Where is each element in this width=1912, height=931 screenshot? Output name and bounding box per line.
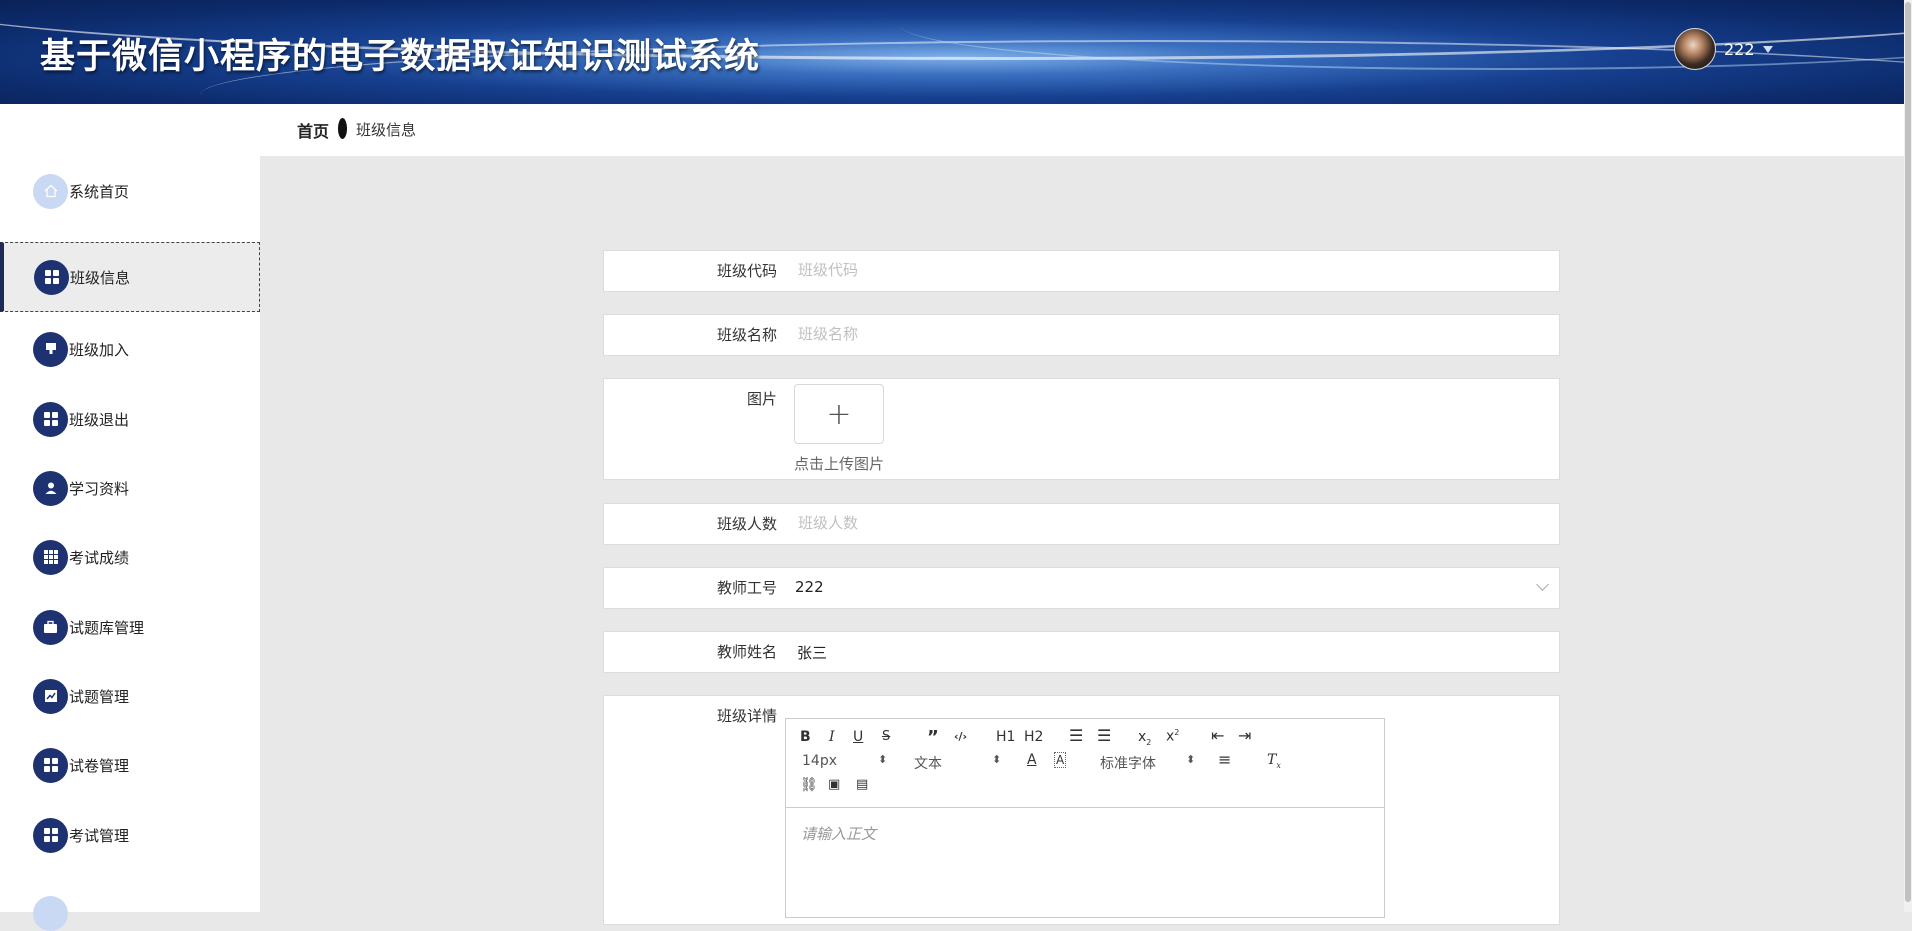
form-row-class-size: 班级人数	[603, 503, 1560, 545]
sidebar-item-label: 试题库管理	[69, 618, 145, 637]
sidebar-item-paper-manage[interactable]: 试卷管理	[0, 730, 260, 800]
sidebar-item-partial-icon[interactable]	[33, 896, 68, 931]
app-title: 基于微信小程序的电子数据取证知识测试系统	[40, 37, 761, 77]
username[interactable]: 222	[1724, 40, 1755, 59]
editor-placeholder: 请输入正文	[801, 825, 877, 843]
sidebar-item-class-join[interactable]: 班级加入	[0, 314, 260, 384]
upload-hint: 点击上传图片	[794, 455, 885, 473]
sidebar-item-exam-manage[interactable]: 考试管理	[0, 800, 260, 870]
class-code-input[interactable]	[796, 258, 1549, 282]
image-upload-button[interactable]: +	[794, 384, 884, 444]
sidebar-item-label: 系统首页	[69, 182, 130, 201]
chevron-down-icon[interactable]	[1536, 578, 1549, 591]
avatar[interactable]	[1674, 28, 1716, 70]
select-arrows-icon[interactable]: ⬍	[992, 753, 1001, 766]
underline-icon[interactable]: U	[853, 729, 863, 745]
ordered-list-icon[interactable]: ☰	[1069, 726, 1083, 745]
heading2-icon[interactable]: H2	[1024, 729, 1043, 745]
form-row-image: 图片 + 点击上传图片	[603, 378, 1560, 480]
editor-toolbar: B I U S ” ‹/› H1 H2 ☰ ☰ x2 x2 ⇤ ⇥ 14px ⬍…	[786, 719, 1384, 808]
class-name-label: 班级名称	[716, 326, 777, 344]
sidebar-item-label: 试卷管理	[69, 756, 130, 775]
breadcrumb-separator-icon	[338, 118, 347, 139]
sidebar-item-label: 班级退出	[69, 410, 130, 429]
home-icon	[33, 173, 68, 209]
caret-down-icon[interactable]	[1762, 45, 1773, 53]
link-icon[interactable]: ⛓	[800, 777, 818, 793]
grid-icon	[34, 259, 69, 295]
class-code-label: 班级代码	[716, 262, 777, 280]
form-row-teacher-name: 教师姓名 张三	[603, 631, 1560, 673]
strikethrough-icon[interactable]: S	[882, 729, 890, 744]
sidebar-item-exam-scores[interactable]: 考试成绩	[0, 522, 260, 592]
form-row-class-code: 班级代码	[603, 250, 1560, 292]
class-name-input[interactable]	[796, 322, 1549, 346]
user-menu[interactable]: 222	[1674, 28, 1773, 70]
form-row-class-name: 班级名称	[603, 314, 1560, 356]
form-row-class-detail: 班级详情 B I U S ” ‹/› H1 H2 ☰ ☰ x2 x2 ⇤ ⇥ 1…	[603, 695, 1560, 925]
page-scrollbar[interactable]	[1904, 0, 1912, 912]
sidebar-item-question-manage[interactable]: 试题管理	[0, 661, 260, 731]
teacher-name-label: 教师姓名	[716, 643, 777, 661]
sidebar-item-home[interactable]: 系统首页	[0, 156, 260, 226]
sidebar-item-label: 班级加入	[69, 340, 130, 359]
sidebar: 系统首页 班级信息 班级加入 班级退出 学习资料 考试成绩 试题库管理 试题管理	[0, 156, 260, 931]
rich-text-editor[interactable]: B I U S ” ‹/› H1 H2 ☰ ☰ x2 x2 ⇤ ⇥ 14px ⬍…	[785, 718, 1385, 918]
breadcrumb-home[interactable]: 首页	[297, 118, 329, 142]
subscript-icon[interactable]: x2	[1138, 729, 1151, 747]
briefcase-icon	[33, 609, 68, 645]
blockquote-icon[interactable]: ”	[927, 727, 939, 748]
sidebar-item-question-bank[interactable]: 试题库管理	[0, 592, 260, 662]
sidebar-item-label: 考试管理	[69, 826, 130, 845]
block-format-select[interactable]: 文本	[914, 753, 942, 773]
app-header: 基于微信小程序的电子数据取证知识测试系统 222	[0, 0, 1904, 104]
scrollbar-thumb[interactable]	[1905, 2, 1911, 902]
sidebar-item-class-info[interactable]: 班级信息	[0, 242, 260, 312]
sidebar-item-label: 班级信息	[70, 268, 131, 287]
grid-icon	[33, 817, 68, 853]
select-arrows-icon[interactable]: ⬍	[1186, 753, 1195, 766]
video-icon[interactable]: ▤	[856, 777, 868, 792]
teacher-name-input[interactable]: 张三	[797, 642, 827, 663]
clear-format-icon[interactable]: Tx	[1267, 752, 1281, 770]
background-color-icon[interactable]: A	[1054, 752, 1067, 768]
user-icon	[33, 470, 68, 506]
class-detail-label: 班级详情	[716, 707, 777, 725]
table-icon	[33, 539, 68, 575]
teacher-id-select[interactable]: 222	[795, 578, 824, 596]
superscript-icon[interactable]: x2	[1166, 728, 1179, 745]
breadcrumb: 首页 班级信息	[0, 104, 1904, 156]
select-arrows-icon[interactable]: ⬍	[878, 753, 887, 766]
plus-icon: +	[826, 396, 852, 432]
outdent-icon[interactable]: ⇤	[1211, 726, 1224, 745]
sidebar-item-label: 考试成绩	[69, 548, 130, 567]
image-icon[interactable]: ▣	[828, 777, 840, 792]
sidebar-item-label: 学习资料	[69, 479, 130, 498]
teacher-id-label: 教师工号	[716, 579, 777, 597]
italic-icon[interactable]: I	[829, 729, 835, 745]
stamp-icon	[33, 331, 68, 367]
indent-icon[interactable]: ⇥	[1238, 726, 1251, 745]
class-size-input[interactable]	[796, 511, 1549, 535]
font-family-select[interactable]: 标准字体	[1100, 753, 1156, 773]
chart-icon	[33, 678, 68, 714]
code-icon[interactable]: ‹/›	[954, 730, 967, 743]
sidebar-item-study-materials[interactable]: 学习资料	[0, 453, 260, 523]
align-icon[interactable]: ≡	[1218, 750, 1231, 769]
grid-icon	[33, 747, 68, 783]
bullet-list-icon[interactable]: ☰	[1097, 726, 1111, 745]
heading1-icon[interactable]: H1	[996, 729, 1015, 745]
grid-icon	[33, 401, 68, 437]
form-row-teacher-id[interactable]: 教师工号 222	[603, 567, 1560, 609]
sidebar-item-class-exit[interactable]: 班级退出	[0, 384, 260, 454]
sidebar-item-label: 试题管理	[69, 687, 130, 706]
bold-icon[interactable]: B	[800, 729, 811, 745]
font-color-icon[interactable]: A	[1027, 752, 1037, 768]
image-label: 图片	[746, 390, 777, 408]
font-size-select[interactable]: 14px	[802, 753, 837, 769]
breadcrumb-current: 班级信息	[356, 121, 417, 139]
class-size-label: 班级人数	[716, 515, 777, 533]
